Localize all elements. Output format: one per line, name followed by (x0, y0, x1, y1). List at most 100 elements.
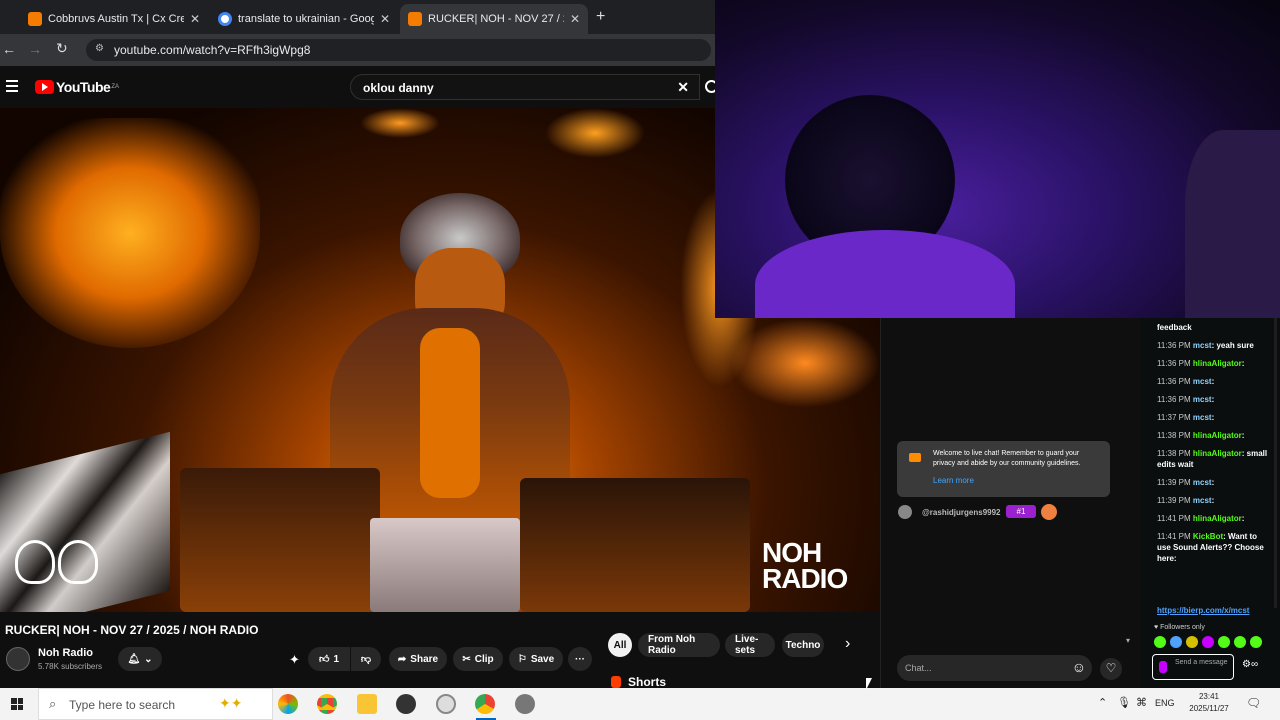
channel-name[interactable]: Noh Radio (38, 647, 93, 659)
message-username[interactable]: hlinaAligator (1193, 431, 1242, 440)
country-code: ZA (111, 84, 119, 90)
dislike-button[interactable]: 👎︎ (351, 647, 381, 671)
network-icon[interactable]: ⌘ (1136, 696, 1147, 709)
message-username[interactable]: mcst (1193, 341, 1212, 350)
forward-icon[interactable]: → (28, 41, 42, 57)
notification-icon[interactable]: 🗨︎ (1246, 696, 1261, 710)
subscriber-count: 5.78K subscribers (38, 662, 103, 671)
chat-input[interactable]: Chat... ☺ (897, 655, 1092, 681)
taskbar-search-placeholder: Type here to search (69, 698, 176, 712)
emote-icon[interactable] (1250, 636, 1262, 648)
chip-all[interactable]: All (608, 633, 632, 657)
reload-icon[interactable]: ↻ (56, 40, 68, 57)
sound-alerts-link[interactable]: https://bierp.com/x/mcst (1157, 606, 1249, 615)
chip-live-sets[interactable]: Live-sets (725, 633, 775, 657)
clear-search-icon[interactable]: ✕ (677, 79, 689, 96)
emote-icon[interactable] (1234, 636, 1246, 648)
app-icon-2[interactable] (515, 694, 535, 714)
emote-icon[interactable] (1154, 636, 1166, 648)
message-username[interactable]: mcst (1193, 496, 1212, 505)
close-tab-icon[interactable]: ✕ (190, 12, 200, 26)
kick-chat-message: 11:41 PM hlinaAligator: (1157, 514, 1245, 523)
youtube-logo[interactable]: YouTube ZA (35, 79, 119, 95)
kick-chat-message: 11:39 PM mcst: (1157, 496, 1215, 505)
message-time: 11:39 PM (1157, 478, 1191, 487)
message-username[interactable]: KickBot (1193, 532, 1223, 541)
chrome-profile-icon[interactable] (475, 694, 495, 714)
copilot-icon[interactable] (278, 694, 298, 714)
taskbar-search-box[interactable]: ⌕ Type here to search ✦✦ (38, 688, 273, 720)
emote-icon[interactable] (1186, 636, 1198, 648)
windows-start-icon[interactable] (11, 698, 23, 710)
more-actions-button[interactable]: ··· (568, 647, 592, 671)
kick-chat: feedback 11:36 PM mcst: yeah sure 11:36 PM… (1140, 318, 1280, 688)
tab-favicon-icon (408, 12, 422, 26)
new-tab-icon[interactable]: + (596, 8, 605, 26)
emote-icon[interactable] (1218, 636, 1230, 648)
search-icon: ⌕ (49, 696, 57, 711)
emote-quick-bar (1154, 636, 1274, 648)
emote-icon[interactable] (1170, 636, 1182, 648)
language-indicator[interactable]: ENG (1155, 698, 1175, 708)
youtube-header: YouTube ZA oklou danny ✕ (0, 66, 718, 108)
message-username[interactable]: hlinaAligator (1193, 359, 1242, 368)
share-button[interactable]: ➦ Share (389, 647, 447, 671)
chat-user-avatar (898, 505, 912, 519)
dj-mixer (370, 518, 520, 612)
kick-scrollbar[interactable] (1274, 318, 1277, 608)
message-username[interactable]: mcst (1193, 478, 1212, 487)
clock-date: 2025/11/27 (1189, 704, 1229, 713)
noh-radio-watermark: NOH RADIO (762, 539, 848, 593)
browser-tab-1[interactable]: Cobbruvs Austin Tx | Cx Cre ✕ (20, 4, 208, 34)
branded-banner (0, 431, 170, 612)
video-info: RUCKER| NOH - NOV 27 / 2025 / NOH RADIO … (0, 612, 880, 689)
menu-icon[interactable] (6, 80, 18, 92)
chat-scroll-down-icon[interactable]: ▾ (1126, 636, 1130, 645)
file-explorer-icon[interactable] (357, 694, 377, 714)
close-tab-icon[interactable]: ✕ (570, 12, 580, 26)
learn-more-link[interactable]: Learn more (933, 476, 974, 485)
message-time: 11:41 PM (1157, 514, 1191, 523)
save-button[interactable]: ⚐ Save (509, 647, 563, 671)
browser-tab-3-active[interactable]: RUCKER| NOH - NOV 27 / 2 ✕ (400, 4, 588, 34)
tray-chevron-icon[interactable]: ⌃ (1098, 696, 1107, 709)
chat-username[interactable]: @rashidjurgens9992 (922, 508, 1001, 517)
back-icon[interactable]: ← (2, 41, 16, 57)
site-info-icon[interactable]: ⚙ (95, 43, 104, 54)
emote-icon[interactable] (1202, 636, 1214, 648)
kick-settings-icon[interactable]: ⚙∞ (1242, 659, 1258, 670)
like-button[interactable]: 👍︎ 1 (308, 647, 350, 671)
message-username[interactable]: mcst (1193, 377, 1212, 386)
message-username[interactable]: hlinaAligator (1193, 514, 1242, 523)
chat-emoji-icon (1041, 504, 1057, 520)
address-bar[interactable]: ⚙ youtube.com/watch?v=RFfh3igWpg8 (86, 39, 711, 61)
microphone-icon (1159, 661, 1167, 673)
channel-avatar[interactable] (6, 647, 30, 671)
obs-icon[interactable] (396, 694, 416, 714)
system-clock[interactable]: 23:41 2025/11/27 (1184, 691, 1234, 715)
app-icon[interactable] (436, 694, 456, 714)
emoji-picker-icon[interactable]: ☺ (1072, 659, 1086, 675)
chips-next-icon[interactable]: › (845, 635, 850, 653)
message-username[interactable]: hlinaAligator (1193, 449, 1242, 458)
chip-techno[interactable]: Techno (782, 633, 824, 657)
message-username[interactable]: mcst (1193, 413, 1212, 422)
chip-from-noh-radio[interactable]: From Noh Radio (638, 633, 720, 657)
kick-chat-message: 11:38 PM hlinaAligator: (1157, 431, 1245, 440)
kick-message-input[interactable]: Send a message (1152, 654, 1234, 680)
game-icon[interactable]: ✦ (289, 652, 300, 668)
browser-tab-2[interactable]: translate to ukrainian - Google ✕ (210, 4, 398, 34)
clip-button[interactable]: ✂ Clip (453, 647, 503, 671)
like-count: 1 (333, 653, 339, 665)
heart-icon[interactable]: ♡ (1100, 658, 1122, 680)
chat-welcome-text: Welcome to live chat! Remember to guard … (933, 450, 1081, 467)
search-highlight-icon: ✦✦ (219, 695, 243, 711)
message-username[interactable]: mcst (1193, 395, 1212, 404)
chevron-down-icon: ⌄ (144, 653, 153, 665)
chrome-icon[interactable] (317, 694, 337, 714)
microphone-tray-icon[interactable]: 🎙︎ (1117, 696, 1131, 709)
close-tab-icon[interactable]: ✕ (380, 12, 390, 26)
subscribed-bell-button[interactable]: 🔔︎ ⌄ (118, 647, 162, 671)
search-input[interactable]: oklou danny ✕ (350, 74, 700, 100)
kick-chat-message: 11:41 PM KickBot: Want to use Sound Aler… (1157, 532, 1264, 563)
